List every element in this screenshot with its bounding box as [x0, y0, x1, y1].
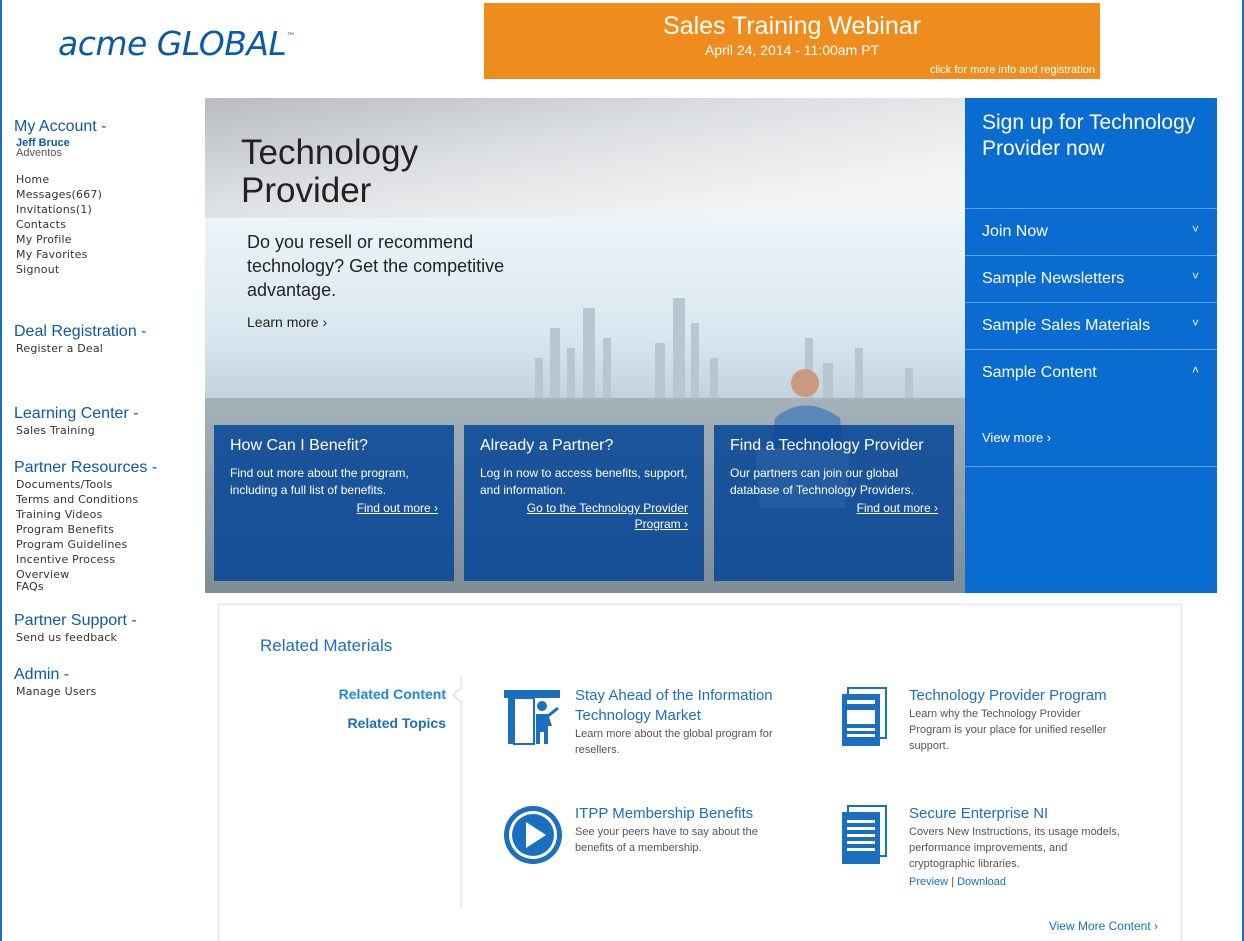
support-title[interactable]: Partner Support - — [14, 612, 199, 630]
card-link-line1[interactable]: Go to the Technology Provider — [480, 500, 688, 516]
account-section: My Account - Jeff Bruce Adventos Home Me… — [14, 118, 199, 277]
tab-related-topics[interactable]: Related Topics — [220, 715, 462, 731]
webinar-banner[interactable]: Sales Training Webinar April 24, 2014 - … — [484, 3, 1100, 79]
banner-date: April 24, 2014 - 11:00am PT — [704, 42, 880, 58]
signup-title: Sign up for Technology Provider now — [965, 98, 1217, 209]
hero-banner: Technology Provider Do you resell or rec… — [205, 98, 965, 593]
logo[interactable]: acme GLOBAL™ — [58, 24, 295, 63]
logo-text: acme GLOBAL — [58, 24, 287, 63]
related-item-title[interactable]: Secure Enterprise NI — [909, 804, 1124, 824]
chevron-down-icon: ˅ — [1191, 269, 1199, 283]
hero-title-line2: Provider — [241, 171, 372, 210]
banner-title: Sales Training Webinar — [662, 12, 921, 40]
related-item-desc: See your peers have to say about the ben… — [575, 826, 758, 854]
hero-description: Do you resell or recommend technology? G… — [247, 232, 505, 300]
banner-cta[interactable]: click for more info and registration — [930, 64, 1095, 76]
chevron-up-icon: ˄ — [1191, 363, 1199, 377]
card-title: Already a Partner? — [480, 437, 614, 454]
preview-link[interactable]: Preview — [909, 876, 948, 888]
hero-title: Technology Provider — [241, 134, 418, 210]
accordion-sample-content[interactable]: Sample Content ˄ — [965, 350, 1217, 397]
sidebar-link-incentive-process[interactable]: Incentive Process — [16, 552, 199, 567]
partner-card: Already a Partner? Log in now to access … — [464, 425, 704, 581]
related-item-desc: Learn more about the global program for … — [575, 728, 773, 756]
card-body: Find out more about the program, includi… — [230, 466, 409, 497]
related-heading: Related Materials — [260, 636, 393, 655]
sidebar-link-home[interactable]: Home — [16, 172, 199, 187]
sidebar-link-manage-users[interactable]: Manage Users — [16, 684, 199, 699]
resources-section: Partner Resources - Documents/Tools Term… — [14, 459, 199, 594]
account-links: Home Messages(667) Invitations(1) Contac… — [14, 172, 199, 277]
company-name: Adventos — [16, 147, 62, 159]
related-item-desc: Learn why the Technology Provider Progra… — [909, 708, 1107, 752]
accordion-label: Join Now — [982, 223, 1048, 240]
accordion-join-now[interactable]: Join Now ˅ — [965, 209, 1217, 256]
sidebar-link-documents[interactable]: Documents/Tools — [16, 477, 199, 492]
card-link-line2[interactable]: Program › — [480, 516, 688, 532]
tabs-divider — [460, 676, 464, 908]
sidebar-link-messages[interactable]: Messages(667) — [16, 187, 199, 202]
related-item-title[interactable]: ITPP Membership Benefits — [575, 804, 790, 824]
find-provider-card: Find a Technology Provider Our partners … — [714, 425, 954, 581]
logo-trademark: ™ — [286, 32, 295, 42]
accordion-label: Sample Sales Materials — [982, 317, 1151, 334]
sidebar-link-contacts[interactable]: Contacts — [16, 217, 199, 232]
card-link[interactable]: Find out more › — [230, 500, 438, 516]
presenter-icon — [504, 690, 560, 745]
accordion-sample-newsletters[interactable]: Sample Newsletters ˅ — [965, 256, 1217, 303]
sidebar-link-invitations[interactable]: Invitations(1) — [16, 202, 199, 217]
hero-title-line1: Technology — [241, 133, 419, 172]
view-more-link[interactable]: View more › — [982, 430, 1051, 445]
admin-title[interactable]: Admin - — [14, 666, 199, 684]
support-section: Partner Support - Send us feedback — [14, 612, 199, 645]
document-icon — [842, 805, 887, 864]
play-icon — [504, 806, 562, 864]
card-body: Our partners can join our global databas… — [730, 466, 914, 497]
deal-title[interactable]: Deal Registration - — [14, 323, 199, 341]
hero-learn-more-link[interactable]: Learn more › — [247, 314, 327, 330]
sidebar-link-feedback[interactable]: Send us feedback — [16, 630, 199, 645]
account-title[interactable]: My Account - — [14, 118, 199, 136]
sidebar-link-faqs[interactable]: FAQs — [16, 579, 199, 594]
related-materials: Related Materials Related Content Relate… — [217, 603, 1183, 941]
accordion-label: Sample Newsletters — [982, 270, 1125, 287]
sidebar-link-training-videos[interactable]: Training Videos — [16, 507, 199, 522]
document-icon — [842, 687, 887, 746]
sidebar-link-sales-training[interactable]: Sales Training — [16, 423, 199, 438]
accordion-sample-sales-materials[interactable]: Sample Sales Materials ˅ — [965, 303, 1217, 350]
signup-panel: Sign up for Technology Provider now Join… — [965, 98, 1217, 593]
sidebar-link-my-favorites[interactable]: My Favorites — [16, 247, 199, 262]
deal-section: Deal Registration - Register a Deal — [14, 323, 199, 356]
sidebar-link-program-benefits[interactable]: Program Benefits — [16, 522, 199, 537]
related-item-desc: Covers New Instructions, its usage model… — [909, 826, 1120, 870]
card-title: Find a Technology Provider — [730, 437, 924, 454]
accordion-label: Sample Content — [982, 364, 1097, 381]
learning-section: Learning Center - Sales Training — [14, 405, 199, 438]
sidebar-link-register-deal[interactable]: Register a Deal — [16, 341, 199, 356]
accordion-content: View more › — [965, 397, 1217, 467]
tab-related-content[interactable]: Related Content — [220, 686, 462, 702]
related-tabs: Related Content Related Topics — [220, 686, 462, 744]
related-item-actions: Preview | Download — [909, 876, 1006, 888]
card-body: Log in now to access benefits, support, … — [480, 466, 688, 497]
download-link[interactable]: Download — [957, 876, 1006, 888]
link-separator: | — [951, 876, 955, 888]
related-item-title[interactable]: Stay Ahead of the Information Technology… — [575, 686, 790, 726]
sidebar-link-terms[interactable]: Terms and Conditions — [16, 492, 199, 507]
chevron-down-icon: ˅ — [1191, 222, 1199, 236]
card-link[interactable]: Find out more › — [730, 500, 938, 516]
chevron-down-icon: ˅ — [1191, 316, 1199, 330]
benefit-card: How Can I Benefit? Find out more about t… — [214, 425, 454, 581]
sidebar-link-my-profile[interactable]: My Profile — [16, 232, 199, 247]
admin-section: Admin - Manage Users — [14, 666, 199, 699]
related-item-title[interactable]: Technology Provider Program — [909, 686, 1124, 706]
learning-title[interactable]: Learning Center - — [14, 405, 199, 423]
view-more-content-link[interactable]: View More Content › — [1049, 919, 1158, 933]
resources-title[interactable]: Partner Resources - — [14, 459, 199, 477]
card-title: How Can I Benefit? — [230, 437, 368, 454]
sidebar-link-signout[interactable]: Signout — [16, 262, 199, 277]
sidebar-link-program-guidelines[interactable]: Program Guidelines — [16, 537, 199, 552]
sidebar-link-overview[interactable]: Overview — [16, 567, 199, 580]
